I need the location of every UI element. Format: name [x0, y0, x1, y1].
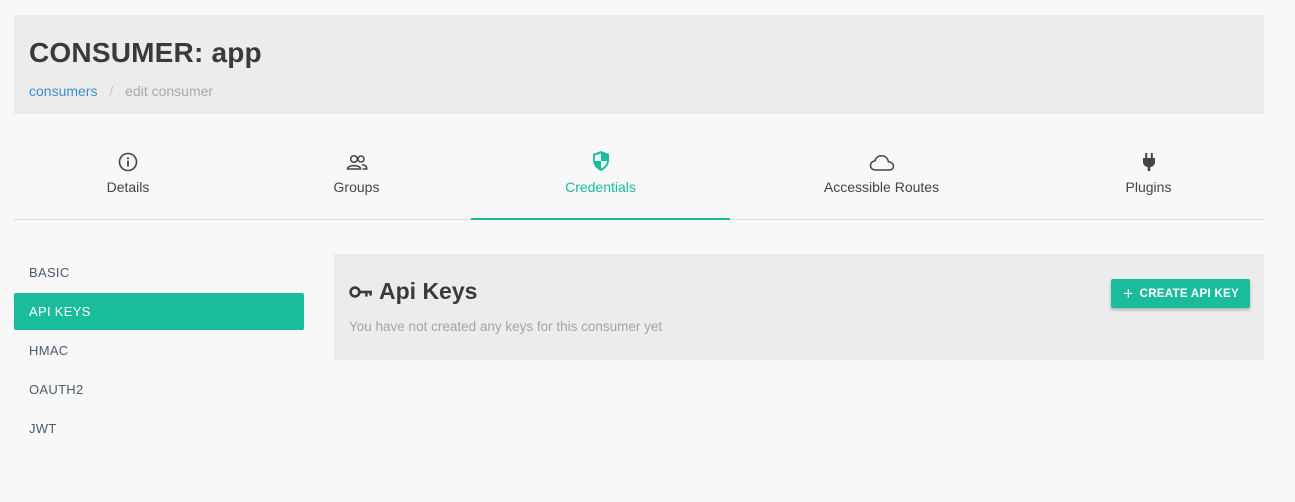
tab-details-label: Details: [106, 179, 150, 195]
tab-accessible-routes[interactable]: Accessible Routes: [730, 150, 1033, 219]
sidenav-item-api-keys[interactable]: API KEYS: [14, 293, 304, 330]
shield-icon: [591, 150, 611, 172]
panel-title-text: Api Keys: [379, 278, 478, 304]
tab-groups[interactable]: Groups: [242, 150, 471, 219]
panel-title: Api Keys: [349, 278, 477, 305]
create-api-key-label: CREATE API KEY: [1139, 287, 1239, 300]
sidenav-item-oauth2[interactable]: OAUTH2: [14, 371, 304, 408]
info-circle-icon: [118, 150, 138, 172]
plug-icon: [1141, 150, 1157, 172]
tab-details[interactable]: Details: [14, 150, 242, 219]
page-header: CONSUMER: app consumers / edit consumer: [14, 15, 1264, 114]
page-title: CONSUMER: app: [29, 37, 262, 68]
credentials-sidenav: BASIC API KEYS HMAC OAUTH2 JWT: [14, 254, 304, 449]
key-icon: [349, 285, 373, 299]
breadcrumb: consumers / edit consumer: [29, 83, 213, 99]
cloud-icon: [869, 150, 895, 172]
sidenav-item-basic[interactable]: BASIC: [14, 254, 304, 291]
breadcrumb-consumers-link[interactable]: consumers: [29, 83, 97, 99]
tab-credentials[interactable]: Credentials: [471, 150, 730, 220]
tab-accessible-routes-label: Accessible Routes: [823, 179, 940, 195]
tab-groups-label: Groups: [333, 179, 380, 195]
create-api-key-button[interactable]: + CREATE API KEY: [1111, 279, 1250, 308]
sidenav-item-hmac[interactable]: HMAC: [14, 332, 304, 369]
consumer-tabs: Details Groups Credentials Accessible Ro…: [14, 150, 1264, 220]
users-icon: [345, 150, 369, 172]
breadcrumb-current: edit consumer: [125, 83, 214, 99]
sidenav-item-jwt[interactable]: JWT: [14, 410, 304, 447]
tab-credentials-label: Credentials: [565, 179, 636, 195]
plus-icon: +: [1123, 284, 1134, 303]
tab-plugins[interactable]: Plugins: [1033, 150, 1264, 219]
empty-state-text: You have not created any keys for this c…: [349, 319, 663, 334]
api-keys-panel: Api Keys You have not created any keys f…: [334, 254, 1264, 360]
breadcrumb-separator: /: [109, 83, 114, 99]
tab-plugins-label: Plugins: [1125, 179, 1172, 195]
